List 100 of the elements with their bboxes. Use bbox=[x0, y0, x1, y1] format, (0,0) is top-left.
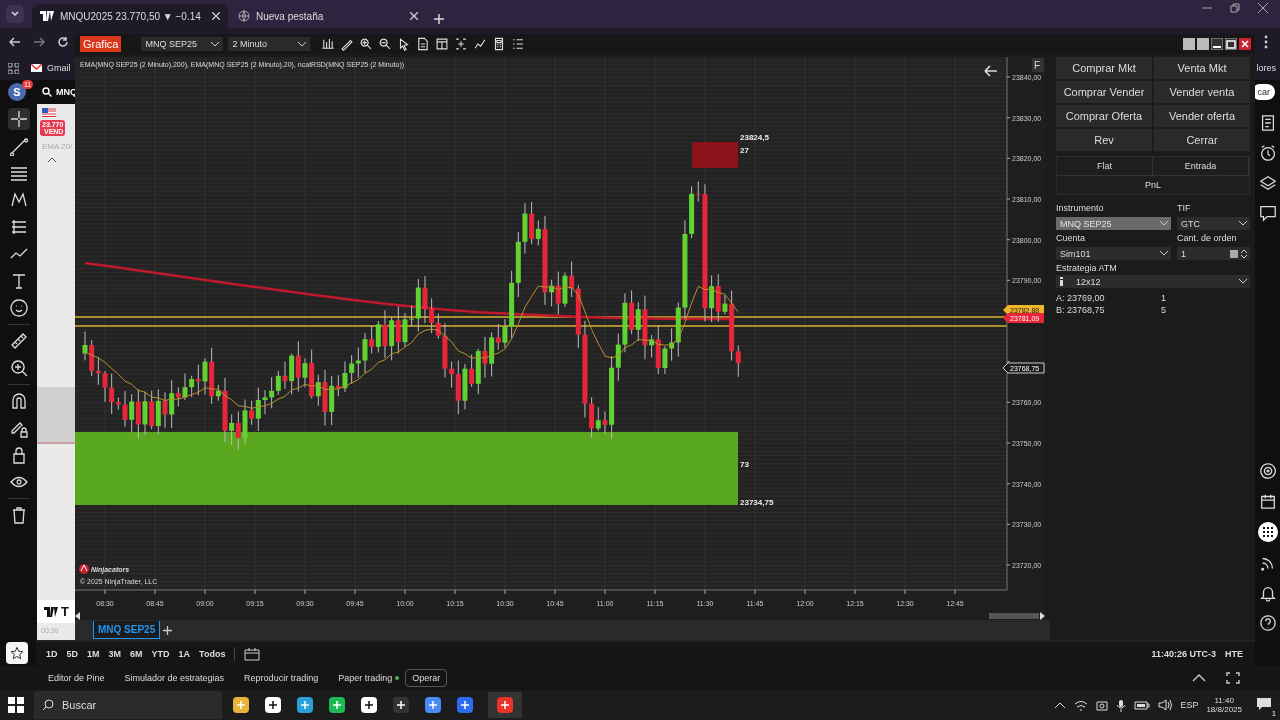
notification-icon[interactable] bbox=[1256, 697, 1272, 711]
scroll-right-icon[interactable] bbox=[1039, 612, 1045, 620]
quote-size: 1 bbox=[1161, 293, 1166, 303]
trend-line-icon[interactable] bbox=[7, 135, 30, 157]
range-button[interactable]: 3M bbox=[108, 649, 122, 659]
zoom-in-icon[interactable] bbox=[359, 37, 374, 51]
bookmark-link[interactable]: lores bbox=[1256, 63, 1276, 73]
speaker-icon[interactable] bbox=[1158, 699, 1173, 711]
reload-icon[interactable] bbox=[57, 36, 69, 48]
calendar-icon[interactable] bbox=[1258, 492, 1277, 510]
tab-menu-button[interactable] bbox=[6, 5, 24, 23]
quote-price: B: 23768,75 bbox=[1056, 305, 1106, 315]
search-icon bbox=[42, 699, 54, 711]
account-select[interactable]: Sim101 bbox=[1056, 247, 1171, 260]
panel-tab[interactable]: Editor de Pine bbox=[48, 673, 105, 683]
bars-icon[interactable] bbox=[321, 37, 336, 51]
order-button[interactable]: Comprar Mkt bbox=[1056, 57, 1152, 79]
layers-icon[interactable] bbox=[1258, 174, 1277, 192]
chat-icon[interactable] bbox=[1258, 204, 1277, 222]
crosshair-frame-icon[interactable] bbox=[454, 37, 469, 51]
pencil-icon[interactable] bbox=[340, 37, 355, 51]
session-button[interactable]: HTE bbox=[1225, 649, 1243, 659]
logo-text: T bbox=[61, 604, 69, 619]
minimize-icon[interactable] bbox=[1211, 38, 1223, 50]
crosshair-icon[interactable] bbox=[7, 108, 30, 130]
order-button[interactable]: Rev bbox=[1056, 129, 1152, 151]
back-arrow-icon[interactable] bbox=[984, 65, 998, 77]
panel-tab[interactable]: Reproducir trading bbox=[244, 673, 319, 683]
close-tab-icon[interactable] bbox=[410, 12, 418, 20]
restore-icon[interactable] bbox=[1230, 3, 1240, 13]
interval-dropdown[interactable]: 2 Minuto bbox=[228, 37, 311, 51]
line-chart-icon[interactable] bbox=[473, 37, 488, 51]
range-button[interactable]: Todos bbox=[199, 649, 226, 659]
order-button[interactable]: Comprar Oferta bbox=[1056, 105, 1152, 127]
taskbar-clock[interactable]: 11:40 18/8/2025 bbox=[1206, 696, 1242, 714]
apps-grid-icon[interactable] bbox=[8, 62, 19, 74]
target-icon[interactable] bbox=[1258, 462, 1277, 480]
grid-icon[interactable] bbox=[1257, 522, 1278, 542]
order-button[interactable]: Vender venta bbox=[1154, 81, 1250, 103]
axis-button[interactable] bbox=[1032, 58, 1044, 72]
microphone-icon[interactable] bbox=[1116, 698, 1127, 712]
spinner-icon[interactable] bbox=[1241, 248, 1247, 259]
browser-tab[interactable]: MNQU2025 23.770,50 ▼ −0.14 bbox=[32, 4, 228, 28]
instrument-dropdown[interactable]: MNQ SEP25 bbox=[141, 37, 224, 51]
info-icon[interactable] bbox=[1060, 277, 1063, 286]
maximize-icon[interactable] bbox=[1225, 38, 1237, 50]
star-button[interactable] bbox=[6, 642, 28, 664]
scrollbar-thumb[interactable] bbox=[989, 613, 1039, 619]
range-button[interactable]: 6M bbox=[130, 649, 143, 659]
range-button[interactable]: 1D bbox=[46, 649, 58, 659]
taskbar-search-field[interactable]: Buscar bbox=[34, 691, 222, 719]
document-icon[interactable] bbox=[416, 37, 431, 51]
chart-tab[interactable]: MNQ SEP25 bbox=[93, 621, 161, 639]
windows-logo-icon[interactable] bbox=[8, 697, 24, 713]
list-icon[interactable] bbox=[511, 37, 526, 51]
field-label: Estrategia ATM bbox=[1056, 263, 1118, 273]
range-button[interactable]: 5D bbox=[66, 649, 79, 659]
close-tab-icon[interactable] bbox=[212, 12, 220, 20]
battery-icon[interactable] bbox=[1134, 700, 1151, 710]
camera-icon[interactable] bbox=[1096, 699, 1109, 711]
chevron-up-icon[interactable] bbox=[48, 157, 56, 162]
range-button[interactable]: YTD bbox=[151, 649, 170, 659]
browser-tab[interactable]: Nueva pestaña bbox=[230, 4, 426, 28]
back-icon[interactable] bbox=[9, 36, 21, 48]
language-indicator[interactable]: ESP bbox=[1180, 700, 1199, 710]
order-button[interactable]: Cerrar bbox=[1154, 129, 1250, 151]
caret-icon bbox=[1239, 221, 1247, 226]
range-button[interactable]: 1M bbox=[87, 649, 100, 659]
order-button[interactable]: Comprar Vender bbox=[1056, 81, 1152, 103]
quantity-field[interactable]: 1 bbox=[1177, 247, 1250, 260]
calculator-icon[interactable] bbox=[1230, 249, 1238, 258]
zone-count-label: 27 bbox=[740, 146, 749, 155]
add-tab-icon[interactable] bbox=[163, 625, 173, 635]
close-icon[interactable] bbox=[1239, 38, 1251, 50]
order-button[interactable]: Venta Mkt bbox=[1154, 57, 1250, 79]
trade-button[interactable]: Operar bbox=[405, 669, 448, 687]
calendar-icon[interactable] bbox=[244, 647, 261, 661]
panel-icon[interactable] bbox=[435, 37, 450, 51]
alarm-clock-icon[interactable] bbox=[1258, 144, 1277, 162]
more-menu-icon[interactable] bbox=[1264, 35, 1268, 49]
tif-select[interactable]: GTC bbox=[1177, 217, 1250, 230]
fullscreen-icon[interactable] bbox=[1226, 672, 1240, 684]
chart-logo-icon bbox=[43, 606, 59, 617]
smiley-icon[interactable] bbox=[7, 297, 30, 319]
new-tab-icon[interactable] bbox=[434, 14, 444, 24]
help-icon[interactable] bbox=[1258, 614, 1277, 632]
order-button[interactable]: Vender oferta bbox=[1154, 105, 1250, 127]
panel-tab[interactable]: Paper trading bbox=[338, 673, 400, 683]
range-button[interactable]: 1A bbox=[178, 649, 191, 659]
close-icon[interactable] bbox=[1258, 3, 1268, 13]
clock-text: 11:40:26 UTC-3 bbox=[1151, 649, 1216, 659]
brand-logo-icon bbox=[79, 564, 89, 574]
forward-icon[interactable] bbox=[33, 36, 45, 48]
bookmark-link[interactable]: Gmail bbox=[31, 63, 71, 73]
zoom-out-icon[interactable] bbox=[378, 37, 393, 51]
bell-icon[interactable] bbox=[1258, 584, 1277, 602]
atm-strategy-select[interactable]: 12x12 bbox=[1056, 275, 1250, 288]
panel-tab[interactable]: Simulador de estrategias bbox=[124, 673, 225, 683]
globe-icon bbox=[238, 10, 250, 22]
wifi-icon[interactable] bbox=[1074, 699, 1089, 711]
